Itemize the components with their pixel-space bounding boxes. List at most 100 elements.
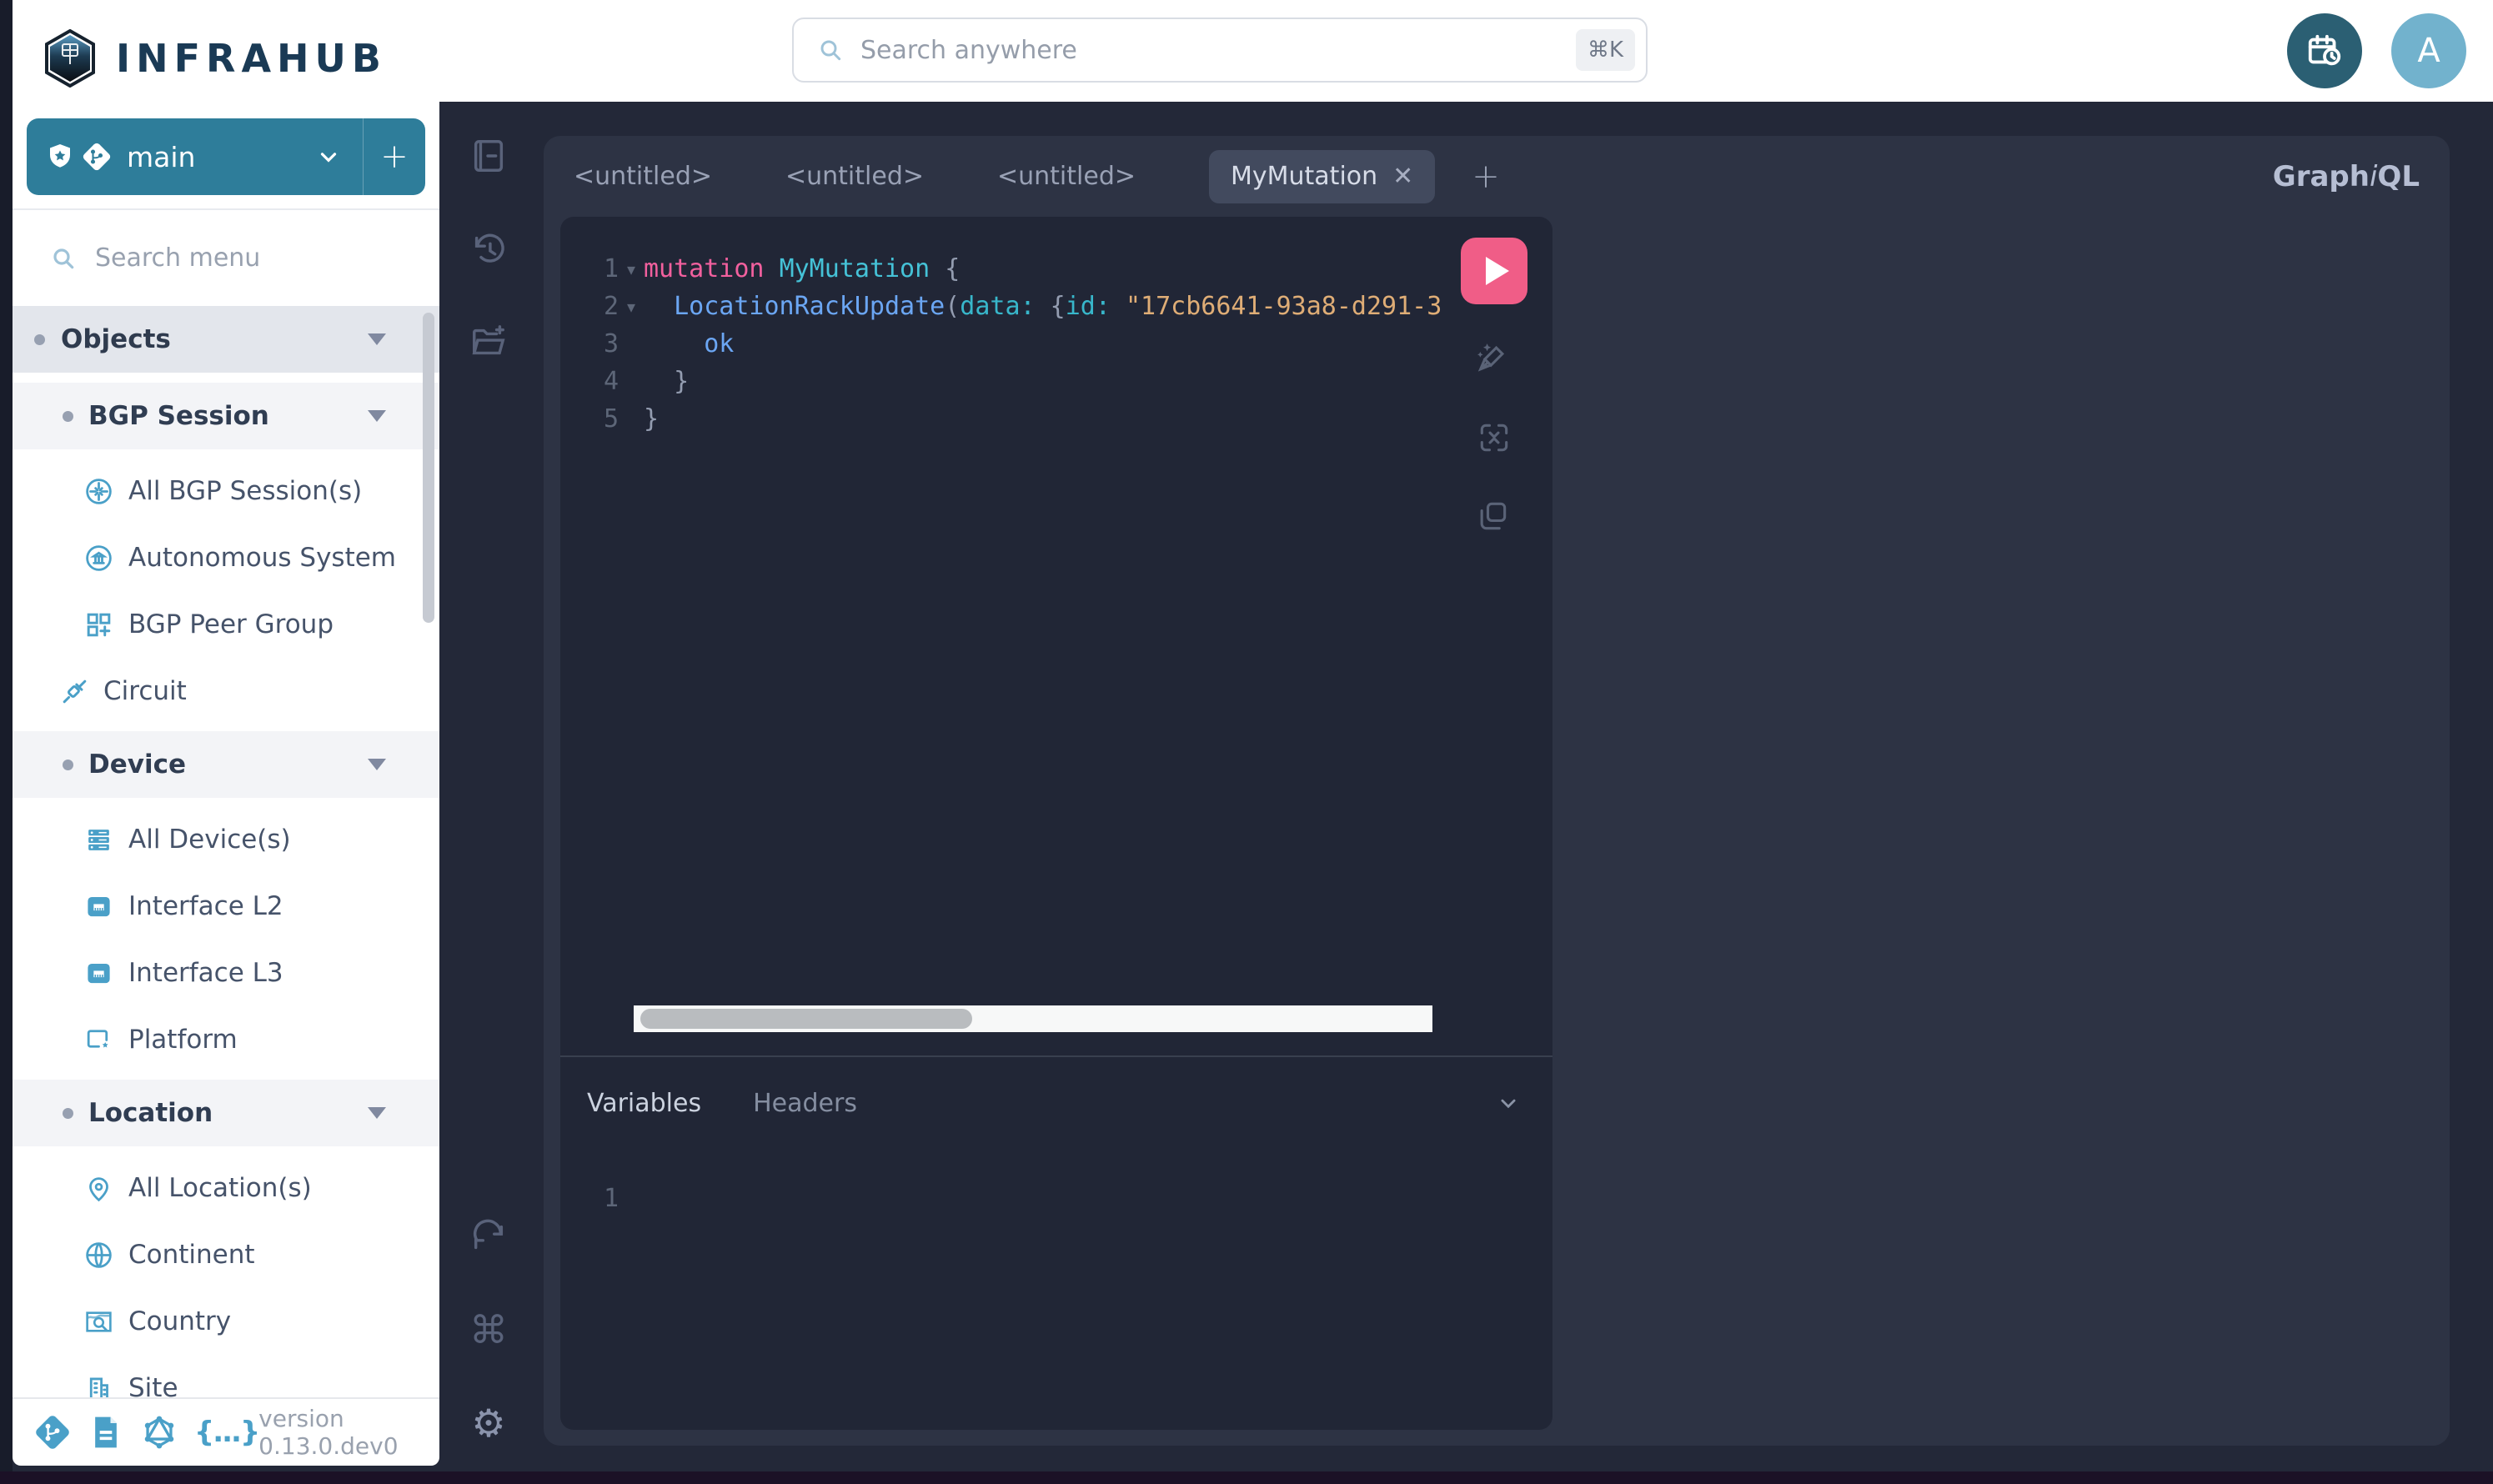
docs-icon[interactable] bbox=[88, 1414, 124, 1451]
open-collection-button[interactable] bbox=[468, 321, 509, 363]
sidebar-item-site[interactable]: Site bbox=[13, 1355, 439, 1397]
code-token bbox=[765, 254, 780, 283]
circuit-icon bbox=[59, 676, 90, 707]
sidebar-item-label: Objects bbox=[61, 324, 171, 354]
app-logo[interactable]: INFRAHUB bbox=[13, 0, 439, 117]
code-line[interactable]: 3 ok bbox=[560, 325, 1552, 363]
sidebar-item-label: Interface L2 bbox=[128, 891, 283, 921]
code-token: data: bbox=[960, 292, 1035, 321]
sidebar-item-interface-l2[interactable]: Interface L2 bbox=[13, 873, 439, 940]
query-editor-code[interactable]: 1▾mutation MyMutation {2▾ LocationRackUp… bbox=[560, 250, 1552, 438]
search-icon bbox=[50, 245, 77, 272]
global-search-input[interactable]: Search anywhere ⌘K bbox=[792, 18, 1648, 83]
sidebar-scrollbar[interactable] bbox=[423, 313, 434, 623]
ethernet-icon bbox=[83, 891, 114, 922]
sidebar-item-circuit[interactable]: Circuit bbox=[13, 658, 439, 724]
tab-label: MyMutation bbox=[1231, 162, 1377, 191]
tab-untitled[interactable]: <untitled> bbox=[997, 162, 1136, 191]
fold-marker-icon[interactable]: ▾ bbox=[619, 259, 644, 279]
sidebar-item-label: BGP Peer Group bbox=[128, 609, 334, 639]
code-token: mutation bbox=[644, 254, 765, 283]
swagger-icon[interactable]: {...} bbox=[194, 1416, 258, 1449]
code-token: } bbox=[644, 404, 659, 434]
variables-line-number: 1 bbox=[560, 1184, 619, 1213]
copy-query-button[interactable] bbox=[1472, 496, 1512, 536]
sidebar-item-device[interactable]: Device bbox=[13, 731, 439, 798]
tab-variables[interactable]: Variables bbox=[587, 1089, 701, 1118]
sidebar-item-all-device-s[interactable]: All Device(s) bbox=[13, 806, 439, 873]
sidebar-item-autonomous-system[interactable]: Autonomous System bbox=[13, 524, 439, 591]
variables-editor[interactable]: 1 bbox=[560, 1184, 619, 1213]
code-line[interactable]: 2▾ LocationRackUpdate(data: {id: "17cb66… bbox=[560, 288, 1552, 325]
shield-icon bbox=[45, 142, 75, 172]
query-editor-pane[interactable]: 1▾mutation MyMutation {2▾ LocationRackUp… bbox=[560, 217, 1552, 1430]
code-line[interactable]: 5} bbox=[560, 400, 1552, 438]
code-token: id: bbox=[1066, 292, 1111, 321]
docs-panel-button[interactable] bbox=[468, 135, 509, 177]
close-icon[interactable]: ✕ bbox=[1392, 162, 1413, 191]
refetch-schema-button[interactable] bbox=[468, 1216, 509, 1258]
code-token bbox=[644, 292, 674, 321]
top-header: Search anywhere ⌘K A bbox=[439, 0, 2493, 102]
graphql-icon[interactable] bbox=[141, 1414, 178, 1451]
editor-horizontal-scrollbar[interactable] bbox=[634, 1005, 1432, 1032]
fold-marker-icon[interactable]: ▾ bbox=[619, 297, 644, 317]
sidebar-item-location[interactable]: Location bbox=[13, 1080, 439, 1146]
settings-gear-button[interactable]: ⚙ bbox=[468, 1402, 509, 1444]
shortcuts-button[interactable]: ⌘ bbox=[468, 1309, 509, 1351]
collapse-arrow-icon[interactable] bbox=[368, 410, 386, 422]
search-icon bbox=[817, 37, 844, 63]
sidebar-item-continent[interactable]: Continent bbox=[13, 1221, 439, 1288]
tab-strip: <untitled> <untitled> <untitled> MyMutation… bbox=[544, 136, 2450, 217]
menu-search-placeholder: Search menu bbox=[95, 243, 260, 273]
chevron-down-icon[interactable] bbox=[316, 144, 363, 169]
code-line[interactable]: 4 } bbox=[560, 363, 1552, 400]
sidebar-item-all-location-s[interactable]: All Location(s) bbox=[13, 1155, 439, 1221]
collapse-arrow-icon[interactable] bbox=[368, 333, 386, 345]
page-left-edge bbox=[0, 0, 13, 1484]
history-button[interactable] bbox=[468, 228, 509, 270]
branch-selector[interactable]: main + bbox=[27, 118, 425, 195]
sidebar-item-platform[interactable]: Platform bbox=[13, 1006, 439, 1073]
avatar-letter: A bbox=[2417, 32, 2440, 70]
new-tab-button[interactable]: + bbox=[1472, 158, 1500, 196]
execute-query-button[interactable] bbox=[1461, 238, 1527, 304]
sidebar-item-bgp-peer-group[interactable]: BGP Peer Group bbox=[13, 591, 439, 658]
sidebar-item-all-bgp-session-s[interactable]: All BGP Session(s) bbox=[13, 458, 439, 524]
tab-untitled[interactable]: <untitled> bbox=[574, 162, 712, 191]
sidebar-item-label: BGP Session bbox=[88, 401, 269, 431]
ethernet-icon bbox=[83, 958, 114, 989]
server-icon bbox=[83, 825, 114, 855]
search-kbd-shortcut: ⌘K bbox=[1576, 29, 1635, 71]
git-icon[interactable] bbox=[34, 1414, 71, 1451]
country-map-icon bbox=[83, 1306, 114, 1337]
sidebar-item-label: Interface L3 bbox=[128, 958, 283, 988]
code-token bbox=[644, 329, 704, 358]
sidebar-item-country[interactable]: Country bbox=[13, 1288, 439, 1355]
code-line[interactable]: 1▾mutation MyMutation { bbox=[560, 250, 1552, 288]
merge-fragments-button[interactable] bbox=[1474, 418, 1514, 458]
menu-search-input[interactable]: Search menu bbox=[13, 210, 439, 306]
line-number: 1 bbox=[560, 254, 619, 283]
global-search-placeholder: Search anywhere bbox=[860, 36, 1077, 65]
create-branch-button[interactable]: + bbox=[363, 118, 425, 195]
sidebar-item-objects[interactable]: Objects bbox=[13, 306, 439, 373]
collapse-arrow-icon[interactable] bbox=[368, 1107, 386, 1119]
sidebar-item-interface-l3[interactable]: Interface L3 bbox=[13, 940, 439, 1006]
variables-headers-row: Variables Headers bbox=[560, 1057, 1552, 1149]
avatar[interactable]: A bbox=[2391, 13, 2466, 88]
line-number: 3 bbox=[560, 329, 619, 358]
tab-headers[interactable]: Headers bbox=[753, 1089, 857, 1118]
bullet-icon bbox=[63, 760, 73, 770]
collapse-arrow-icon[interactable] bbox=[368, 759, 386, 770]
prettify-button[interactable] bbox=[1472, 338, 1512, 378]
code-token: } bbox=[674, 367, 689, 396]
chevron-down-icon[interactable] bbox=[1494, 1089, 1522, 1117]
scrollbar-thumb[interactable] bbox=[640, 1009, 972, 1029]
platform-icon bbox=[83, 1025, 114, 1055]
tab-untitled[interactable]: <untitled> bbox=[785, 162, 924, 191]
time-travel-button[interactable] bbox=[2287, 13, 2362, 88]
sidebar-item-bgp-session[interactable]: BGP Session bbox=[13, 383, 439, 449]
bullet-icon bbox=[34, 334, 45, 345]
tab-mymutation[interactable]: MyMutation ✕ bbox=[1209, 150, 1435, 203]
